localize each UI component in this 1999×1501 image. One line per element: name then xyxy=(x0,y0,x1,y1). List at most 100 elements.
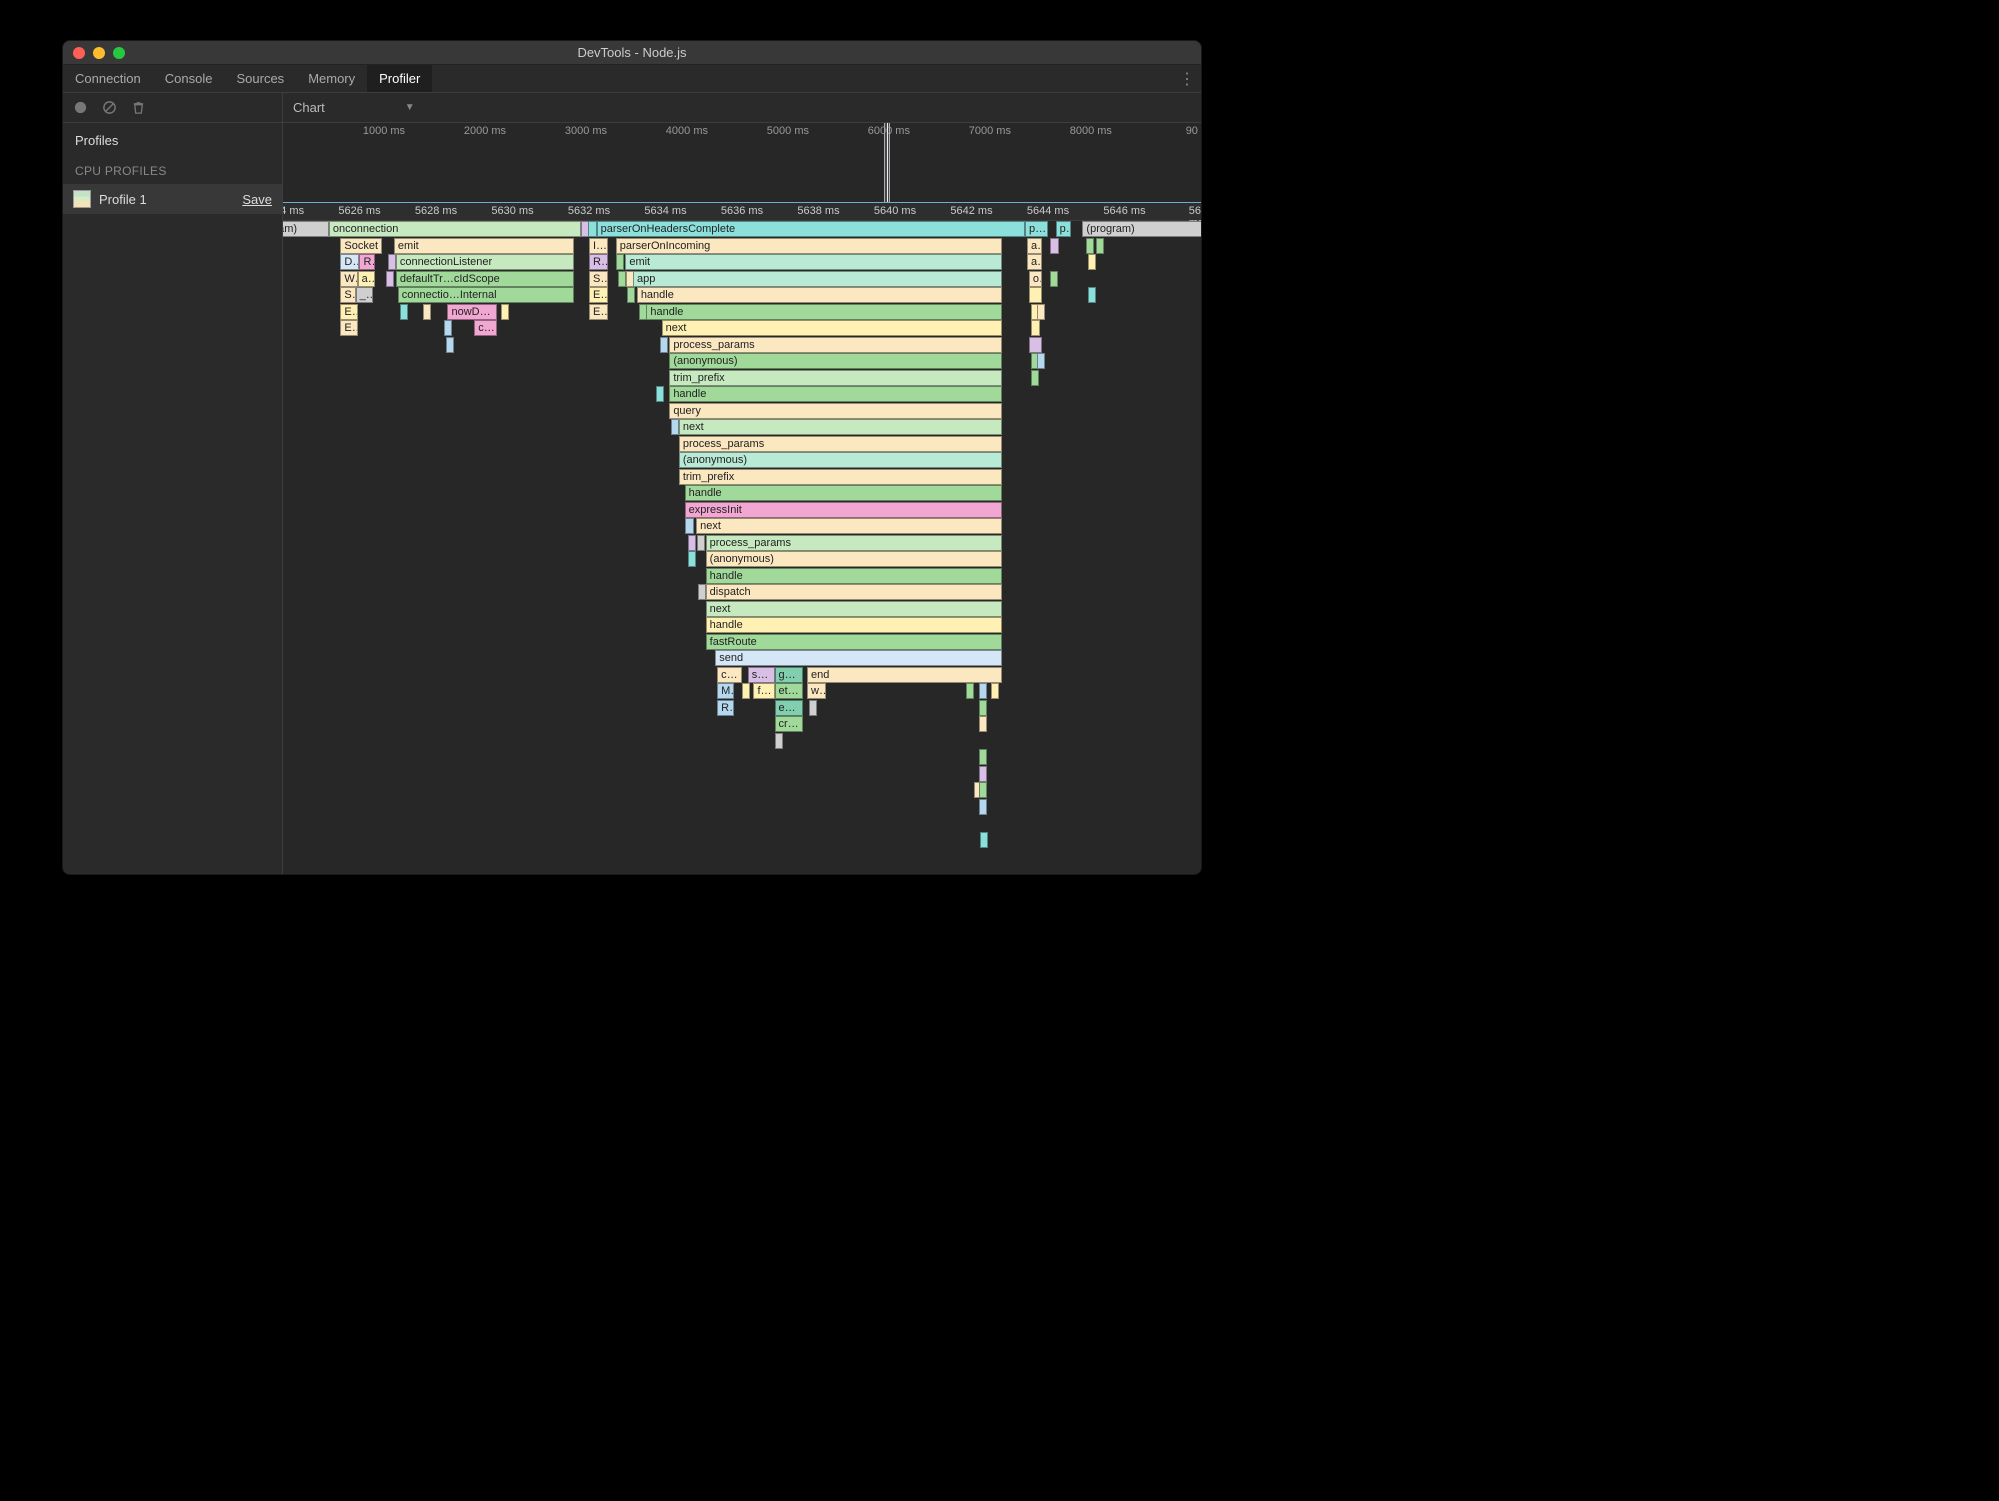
flame-bar[interactable]: emit xyxy=(625,254,1002,270)
flame-bar[interactable]: Ev…t xyxy=(589,304,608,320)
flame-bar[interactable] xyxy=(685,518,695,534)
flame-bar[interactable]: M… xyxy=(717,683,734,699)
flame-bar[interactable]: process_params xyxy=(679,436,1002,452)
flame-bar[interactable] xyxy=(446,337,454,353)
flame-bar[interactable] xyxy=(979,799,987,815)
flame-bar[interactable]: E… xyxy=(340,304,357,320)
flame-bar[interactable]: process_params xyxy=(706,535,1002,551)
flame-bar[interactable] xyxy=(775,733,783,749)
flame-bar[interactable]: a… xyxy=(1027,254,1042,270)
zoom-icon[interactable] xyxy=(113,47,125,59)
flame-bar[interactable]: handle xyxy=(669,386,1002,402)
flame-bar[interactable]: onconnection xyxy=(329,221,581,237)
flame-bar[interactable] xyxy=(1088,254,1096,270)
flame-bar[interactable]: ge…ag xyxy=(775,667,804,683)
flame-bar[interactable]: trim_prefix xyxy=(669,370,1002,386)
flame-bar[interactable]: w… xyxy=(807,683,826,699)
flame-bar[interactable] xyxy=(688,535,696,551)
minimize-icon[interactable] xyxy=(93,47,105,59)
flame-bar[interactable]: handle xyxy=(685,485,1002,501)
flame-bar[interactable]: D… xyxy=(340,254,359,270)
flame-bar[interactable] xyxy=(660,337,668,353)
tab-sources[interactable]: Sources xyxy=(224,65,296,92)
flame-bar[interactable] xyxy=(400,304,408,320)
flame-bar[interactable]: S… xyxy=(340,287,355,303)
flame-bar[interactable]: a…r xyxy=(358,271,375,287)
flame-bar[interactable] xyxy=(697,535,705,551)
flame-bar[interactable] xyxy=(979,700,987,716)
flame-bar[interactable] xyxy=(1037,353,1045,369)
flame-bar[interactable]: end xyxy=(807,667,1002,683)
flame-bar[interactable]: o… xyxy=(1029,271,1042,287)
flame-bar[interactable]: parserOnHeadersComplete xyxy=(597,221,1025,237)
flame-bar[interactable] xyxy=(742,683,750,699)
flame-bar[interactable]: set…et xyxy=(748,667,775,683)
flame-chart[interactable]: (program)onconnectionparserOnHeadersComp… xyxy=(283,221,1201,874)
flame-bar[interactable]: Ev…r xyxy=(589,287,608,303)
flame-bar[interactable]: etag xyxy=(775,683,804,699)
flame-bar[interactable] xyxy=(1037,304,1045,320)
flame-bar[interactable]: cache xyxy=(474,320,497,336)
flame-bar[interactable] xyxy=(1029,337,1042,353)
save-link[interactable]: Save xyxy=(242,192,272,207)
flame-bar[interactable] xyxy=(1031,370,1039,386)
flame-bar[interactable]: R…e xyxy=(589,254,608,270)
flame-bar[interactable] xyxy=(1029,287,1042,303)
flame-bar[interactable]: defaultTr…cIdScope xyxy=(396,271,574,287)
flame-bar[interactable] xyxy=(979,716,987,732)
flame-bar[interactable] xyxy=(588,221,597,237)
close-icon[interactable] xyxy=(73,47,85,59)
flame-bar[interactable]: next xyxy=(662,320,1002,336)
flame-bar[interactable] xyxy=(1096,238,1104,254)
flame-bar[interactable] xyxy=(1050,238,1060,254)
tab-memory[interactable]: Memory xyxy=(296,65,367,92)
flame-bar[interactable] xyxy=(979,683,987,699)
flame-bar[interactable]: trim_prefix xyxy=(679,469,1002,485)
flame-bar[interactable] xyxy=(979,782,987,798)
flame-bar[interactable] xyxy=(966,683,974,699)
flame-bar[interactable]: (program) xyxy=(283,221,329,237)
flame-bar[interactable] xyxy=(616,254,624,270)
flame-bar[interactable] xyxy=(444,320,452,336)
flame-bar[interactable] xyxy=(501,304,509,320)
flame-bar[interactable] xyxy=(979,766,987,782)
flame-bar[interactable]: fo…t xyxy=(753,683,774,699)
flame-bar[interactable]: fastRoute xyxy=(706,634,1002,650)
flame-bar[interactable]: R…] xyxy=(717,700,734,716)
flame-bar[interactable]: parserOnIncoming xyxy=(616,238,1002,254)
overview-timeline[interactable]: 1000 ms2000 ms3000 ms4000 ms5000 ms6000 … xyxy=(283,123,1201,203)
flame-bar[interactable]: app xyxy=(633,271,1002,287)
flame-bar[interactable]: R… xyxy=(359,254,374,270)
flame-bar[interactable]: handle xyxy=(646,304,1002,320)
flame-bar[interactable]: co…e xyxy=(717,667,742,683)
flame-bar[interactable]: S…m xyxy=(589,271,608,287)
flame-bar[interactable]: handle xyxy=(637,287,1002,303)
flame-bar[interactable]: p… xyxy=(1056,221,1071,237)
flame-bar[interactable]: nowDate xyxy=(447,304,497,320)
flame-bar[interactable]: process_params xyxy=(669,337,1002,353)
record-icon[interactable] xyxy=(73,100,88,115)
flame-bar[interactable] xyxy=(979,749,987,765)
flame-bar[interactable]: a… xyxy=(1027,238,1042,254)
flame-bar[interactable] xyxy=(809,700,817,716)
flame-bar[interactable] xyxy=(980,832,988,848)
flame-bar[interactable] xyxy=(618,271,627,287)
flame-bar[interactable]: (anonymous) xyxy=(706,551,1002,567)
flame-bar[interactable] xyxy=(1086,238,1094,254)
flame-bar[interactable]: handle xyxy=(706,617,1002,633)
detail-ruler[interactable]: 5624 ms5626 ms5628 ms5630 ms5632 ms5634 … xyxy=(283,203,1201,221)
flame-bar[interactable]: (program) xyxy=(1082,221,1201,237)
tab-connection[interactable]: Connection xyxy=(63,65,153,92)
flame-bar[interactable] xyxy=(1031,320,1041,336)
flame-bar[interactable] xyxy=(656,386,664,402)
flame-bar[interactable]: emit xyxy=(394,238,574,254)
flame-bar[interactable]: (anonymous) xyxy=(679,452,1002,468)
profile-row[interactable]: Profile 1 Save xyxy=(63,184,282,214)
viewport-marker[interactable] xyxy=(884,123,890,202)
flame-bar[interactable]: query xyxy=(669,403,1002,419)
flame-bar[interactable]: send xyxy=(715,650,1002,666)
flame-bar[interactable]: E… xyxy=(340,320,357,336)
flame-bar[interactable] xyxy=(386,271,394,287)
flame-bar[interactable]: dispatch xyxy=(706,584,1002,600)
flame-bar[interactable]: next xyxy=(696,518,1002,534)
